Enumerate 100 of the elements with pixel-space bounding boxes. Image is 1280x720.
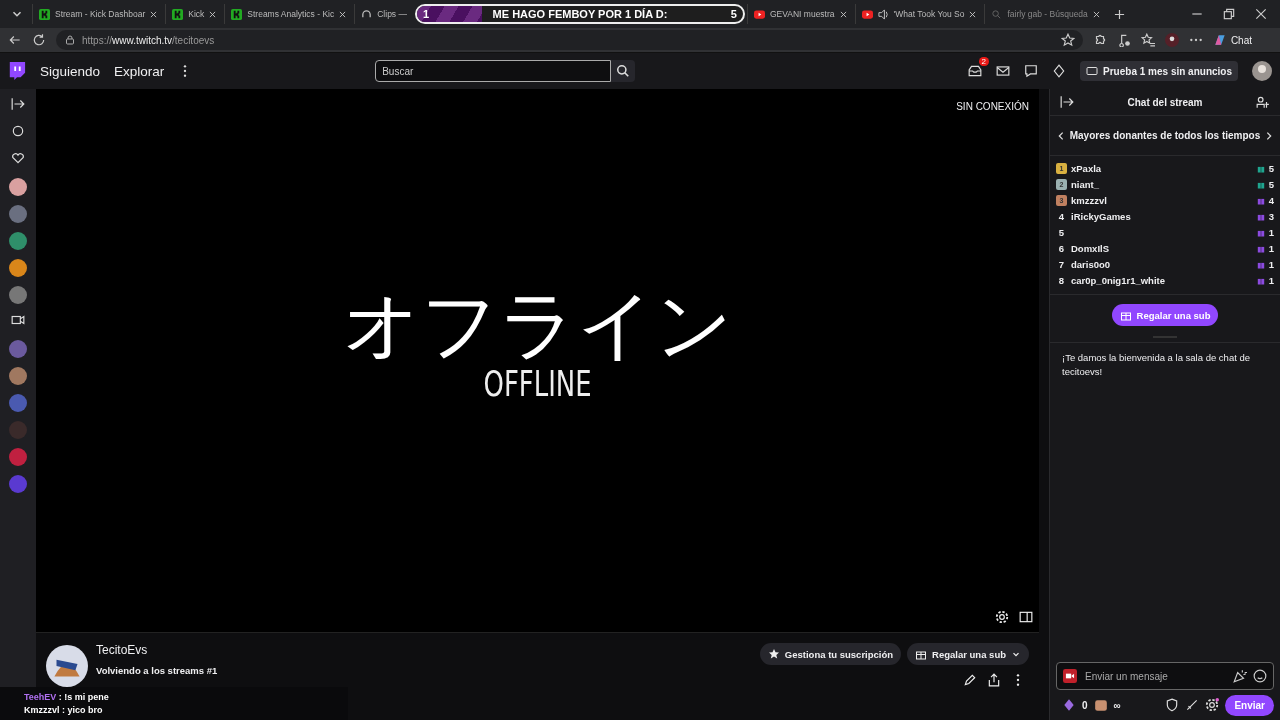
- browser-tab[interactable]: Stream - Kick Dashboar: [32, 4, 164, 24]
- leaderboard-title: Mayores donantes de todos los tiempos: [1069, 130, 1261, 141]
- donor-name[interactable]: car0p_0nig1r1_white: [1071, 274, 1165, 286]
- speaker-icon[interactable]: [877, 8, 889, 20]
- search-icon: [991, 8, 1003, 20]
- nav-link[interactable]: Siguiendo: [40, 63, 101, 79]
- rank-number: 7: [1057, 258, 1066, 270]
- youtube-icon: [861, 8, 873, 20]
- video-camera-icon[interactable]: [11, 313, 25, 327]
- goal-title: ME HAGO FEMBOY POR 1 DÍA D:: [491, 8, 669, 20]
- channel-avatar[interactable]: [9, 178, 27, 196]
- browser-tab[interactable]: GEVANI muestra: [747, 4, 853, 24]
- video-camera-icon: [1063, 669, 1077, 683]
- headphones-icon: [361, 8, 373, 20]
- donor-name[interactable]: kmzzzvl: [1071, 194, 1107, 206]
- donor-name[interactable]: DomxIlS: [1071, 242, 1109, 254]
- star-icon[interactable]: [1060, 33, 1075, 47]
- overlay-chat-message: Kmzzzvl : yico bro: [24, 705, 104, 715]
- gift-count: 1: [1268, 242, 1274, 254]
- ad-free-trial-button[interactable]: Prueba 1 mes sin anuncios: [1080, 61, 1238, 81]
- lock-icon: [64, 34, 76, 46]
- emote-icon[interactable]: [1093, 698, 1108, 712]
- stream-title: Volviendo a los streams #1: [96, 665, 218, 676]
- nav-link[interactable]: Explorar: [114, 63, 165, 79]
- gift-count: 1: [1268, 258, 1274, 270]
- chevron-left-icon[interactable]: [1056, 130, 1066, 141]
- close-icon[interactable]: [209, 10, 217, 18]
- theatre-mode-icon[interactable]: [1019, 610, 1033, 624]
- infinity-count: ∞: [1113, 699, 1121, 711]
- restore-icon[interactable]: [1222, 7, 1236, 21]
- collapse-icon[interactable]: [1060, 95, 1074, 109]
- star-icon: [767, 648, 780, 660]
- reload-icon[interactable]: [32, 33, 46, 47]
- channel-avatar[interactable]: [9, 259, 27, 277]
- donor-name[interactable]: iRickyGames: [1071, 210, 1131, 222]
- browser-tab[interactable]: Clips —: [354, 4, 413, 24]
- kick-icon: [172, 8, 184, 20]
- emoji-icon[interactable]: [1253, 669, 1267, 683]
- settings-icon[interactable]: [995, 610, 1009, 624]
- pencil-icon[interactable]: [963, 673, 977, 687]
- donor-name[interactable]: daris0o0: [1071, 258, 1111, 270]
- inbox-icon[interactable]: [968, 64, 983, 78]
- expand-icon[interactable]: [11, 97, 25, 111]
- message-field[interactable]: Enviar un mensaje: [1083, 669, 1227, 683]
- offline-status: SIN CONEXIÓN: [956, 101, 1029, 112]
- rank-number: 5: [1057, 226, 1066, 238]
- kick-icon: [39, 8, 50, 20]
- users-icon[interactable]: [1256, 95, 1270, 109]
- channel-name[interactable]: TecitoEvs: [96, 643, 218, 657]
- sword-icon[interactable]: [1185, 698, 1200, 712]
- channel-points-icon[interactable]: [1062, 698, 1076, 712]
- browser-tab[interactable]: Kick: [165, 4, 223, 24]
- manage-subscription-button[interactable]: Gestiona tu suscripción: [759, 643, 902, 665]
- close-icon[interactable]: [969, 10, 977, 18]
- settings-icon[interactable]: [1205, 698, 1220, 712]
- twitch-logo-icon[interactable]: [8, 61, 26, 81]
- rank-number: 8: [1057, 274, 1066, 286]
- gift-count: 1: [1268, 274, 1274, 286]
- gift-sub-button[interactable]: Regalar una sub: [907, 643, 1029, 665]
- heart-icon[interactable]: [11, 151, 25, 165]
- new-tab-icon[interactable]: [1113, 8, 1125, 20]
- close-icon[interactable]: [339, 10, 347, 18]
- video-player[interactable]: SIN CONEXIÓN オフライン OFFLINE: [36, 89, 1039, 632]
- user-avatar[interactable]: [1252, 61, 1272, 81]
- donor-name[interactable]: xPaxla: [1071, 162, 1102, 174]
- youtube-icon: [754, 8, 765, 20]
- back-icon[interactable]: [8, 33, 22, 47]
- chevron-right-icon[interactable]: [1264, 130, 1274, 141]
- celebration-icon[interactable]: [1233, 669, 1247, 683]
- welcome-message: ¡Te damos la bienvenida a la sala de chat de tecitoevs!: [1050, 342, 1280, 388]
- offline-subtitle: OFFLINE: [483, 363, 592, 404]
- channel-avatar[interactable]: [46, 645, 88, 687]
- copilot-icon: [1212, 33, 1227, 47]
- music-icon[interactable]: [1116, 33, 1131, 47]
- favorites-icon[interactable]: [1140, 33, 1155, 47]
- close-icon[interactable]: [1092, 10, 1100, 18]
- close-icon[interactable]: [1254, 7, 1268, 21]
- donor-name[interactable]: niant_: [1071, 178, 1099, 190]
- gift-sub-button[interactable]: Regalar una sub: [1111, 304, 1219, 326]
- chat-button[interactable]: Chat: [1212, 33, 1252, 47]
- mail-icon[interactable]: [996, 64, 1011, 78]
- gift-icon: [1119, 309, 1132, 321]
- close-icon[interactable]: [150, 10, 158, 18]
- address-bar[interactable]: https://www.twitch.tv/tecitoevs: [56, 30, 1083, 50]
- rank-number: 6: [1057, 242, 1066, 254]
- browser-tab[interactable]: fairly gab - Búsqueda: [984, 4, 1106, 24]
- shield-icon[interactable]: [1165, 698, 1180, 712]
- notification-badge: 2: [978, 57, 990, 66]
- browser-tab[interactable]: 'What Took You So: [854, 4, 983, 24]
- search-field[interactable]: Buscar: [375, 60, 612, 82]
- close-icon[interactable]: [839, 10, 847, 18]
- whisper-icon[interactable]: [1024, 64, 1039, 78]
- search-button[interactable]: [611, 60, 636, 82]
- chat-title: Chat del stream: [1127, 96, 1203, 108]
- profile-avatar[interactable]: [1164, 33, 1179, 47]
- browser-tab[interactable]: Streams Analytics - Kic: [224, 4, 353, 24]
- chat-input[interactable]: Enviar un mensaje: [1056, 662, 1274, 690]
- gift-count: 3: [1268, 210, 1274, 222]
- send-button[interactable]: Enviar: [1225, 694, 1274, 716]
- share-icon[interactable]: [987, 673, 1001, 687]
